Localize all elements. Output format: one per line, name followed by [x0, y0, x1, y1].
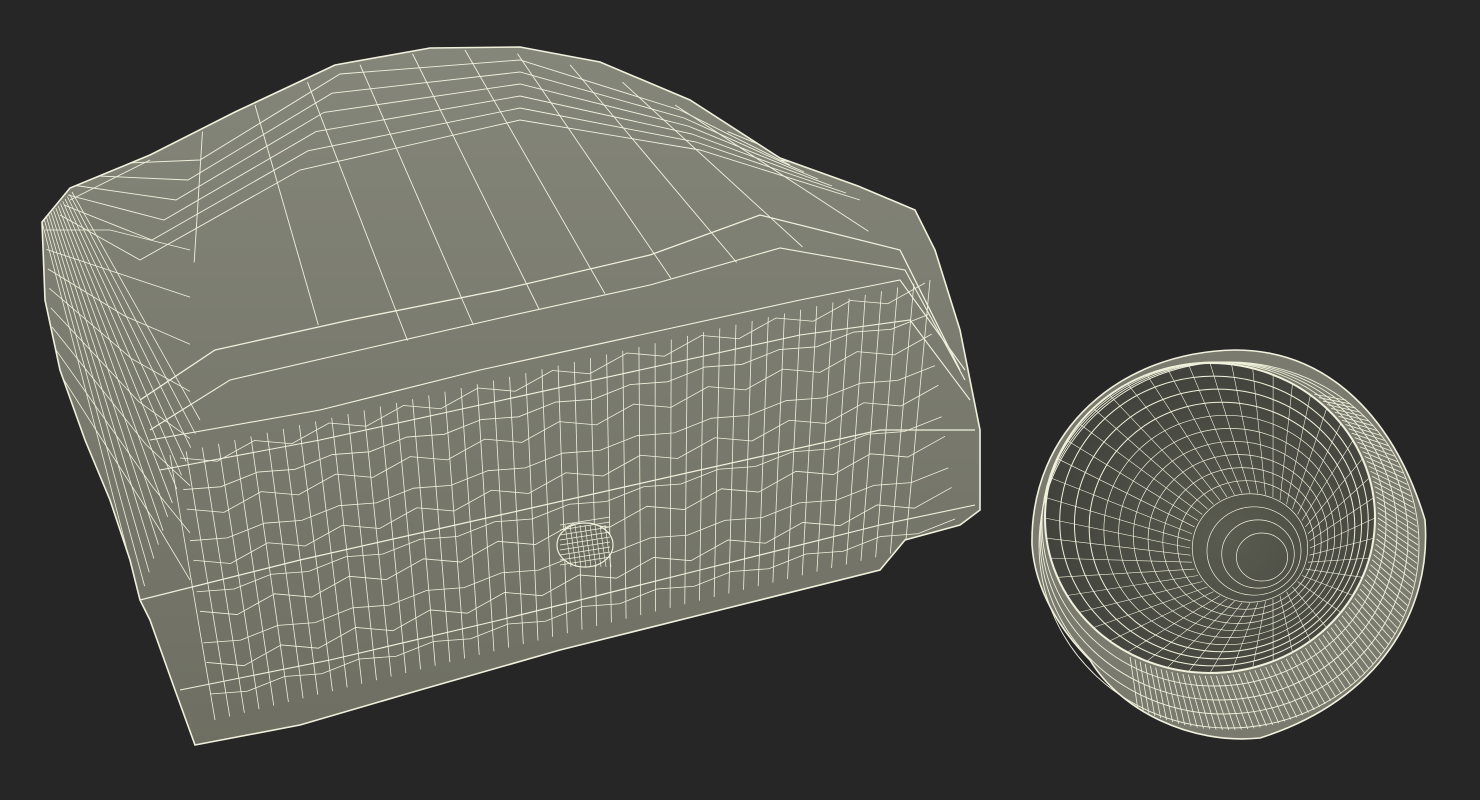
render-canvas — [41, 46, 1427, 746]
wireframe-render-viewport — [0, 0, 1480, 800]
container-body — [41, 46, 981, 746]
container-body-surface — [41, 46, 981, 746]
bottle-cap — [1031, 349, 1427, 740]
